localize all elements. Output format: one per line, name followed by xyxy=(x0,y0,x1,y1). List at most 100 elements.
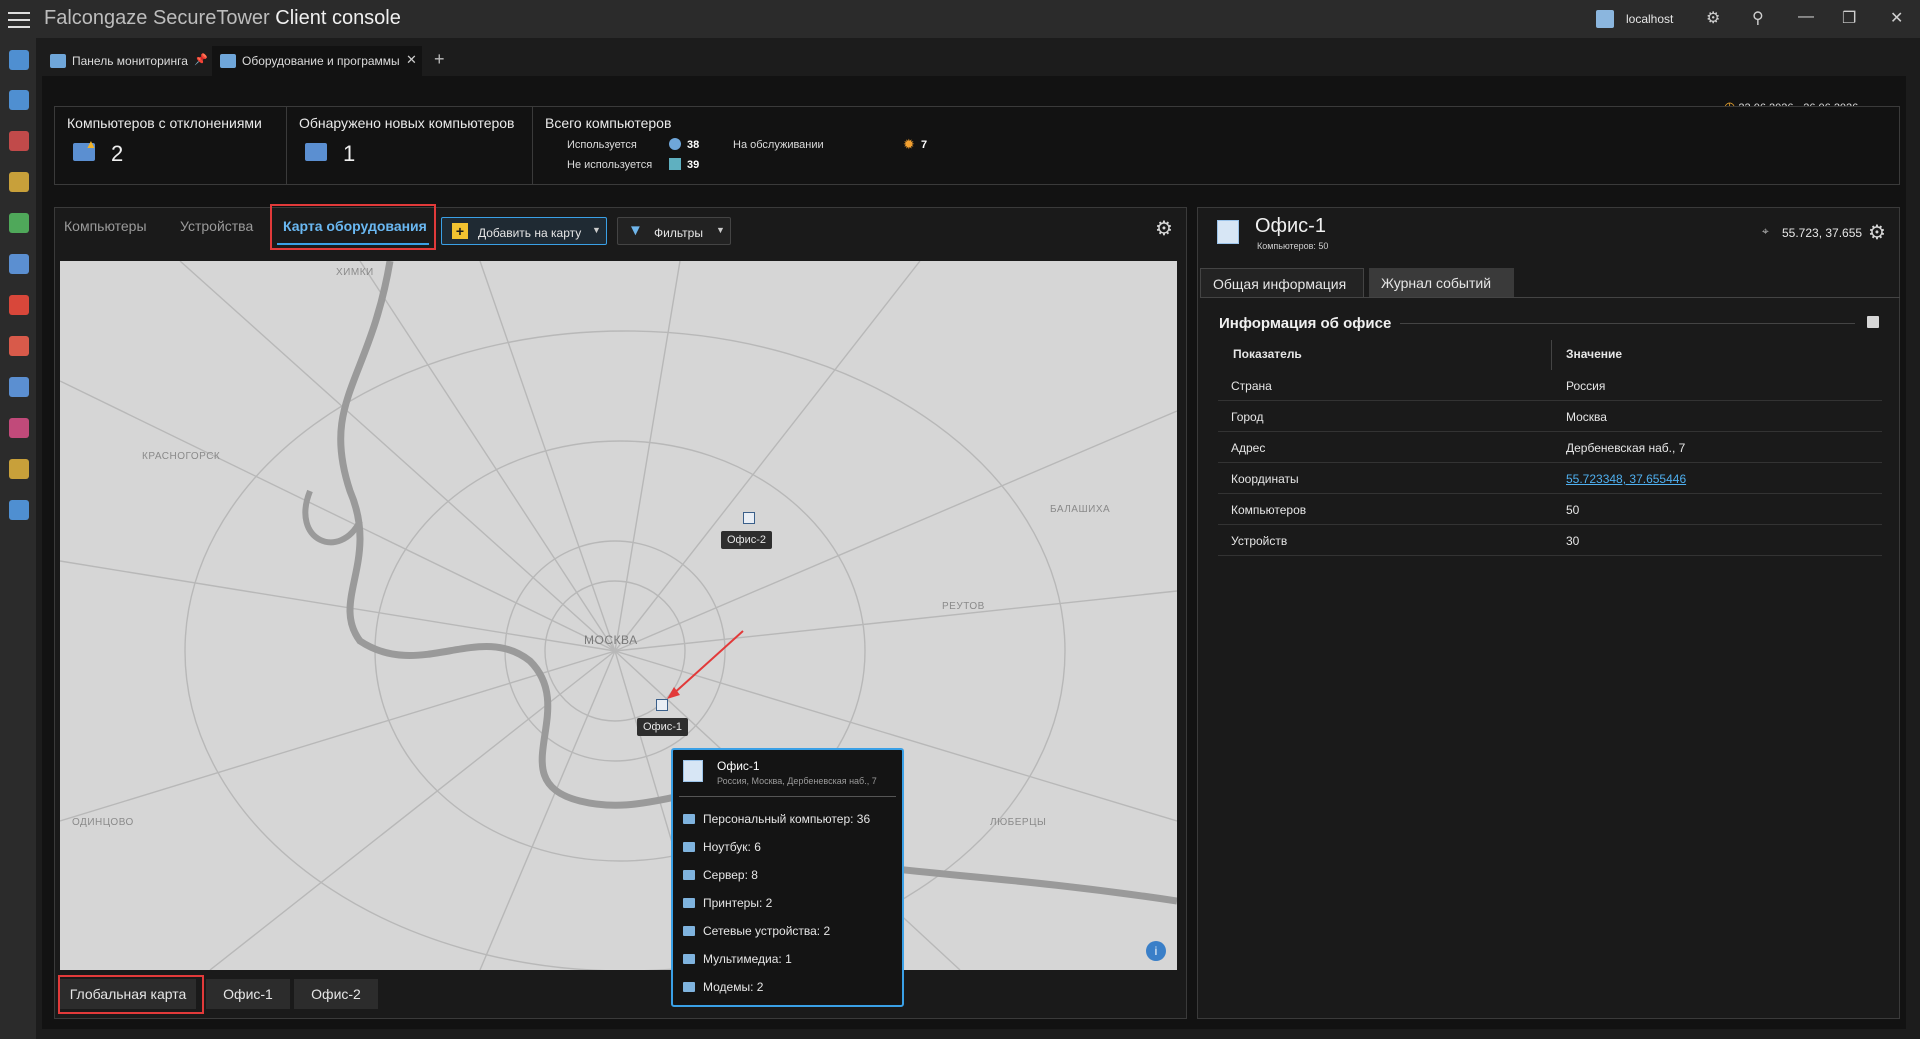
service-gear-icon: ✹ xyxy=(903,136,915,152)
network-icon[interactable] xyxy=(9,377,29,397)
copy-icon[interactable] xyxy=(1867,316,1879,328)
tab-monitoring[interactable]: Панель мониторинга 📌 xyxy=(42,46,212,76)
dashboard-icon xyxy=(50,54,66,68)
maximize-button[interactable]: ❐ xyxy=(1842,8,1856,28)
popup-item-network: Сетевые устройства: 2 xyxy=(683,924,830,938)
title-bar: Falcongaze SecureTower Client console lo… xyxy=(0,0,1920,38)
pin-icon[interactable]: 📌 xyxy=(194,53,208,66)
map-label-odintsovo: ОДИНЦОВО xyxy=(72,817,134,828)
dropdown-arrow-icon[interactable]: ▼ xyxy=(716,225,725,235)
kpi-bar: Компьютеров с отклонениями ▲ 2 Обнаружен… xyxy=(54,106,1900,185)
kpi-new-computers[interactable]: Обнаружено новых компьютеров 1 xyxy=(287,107,533,184)
unused-value: 39 xyxy=(687,159,700,171)
server-icon xyxy=(683,870,695,880)
server-name: localhost xyxy=(1626,12,1674,26)
table-row: Устройств 30 xyxy=(1218,525,1882,556)
policy-icon[interactable] xyxy=(9,336,29,356)
popup-item-multimedia: Мультимедиа: 1 xyxy=(683,952,792,966)
left-rail xyxy=(0,38,36,1039)
search-icon[interactable] xyxy=(9,90,29,110)
tab-computers[interactable]: Компьютеры xyxy=(64,218,147,234)
table-header-divider xyxy=(1551,340,1552,370)
laptop-icon xyxy=(683,842,695,852)
pc-icon xyxy=(683,814,695,824)
used-value: 38 xyxy=(687,139,700,151)
add-to-map-button[interactable]: + Добавить на карту ▼ xyxy=(441,217,607,245)
analytics-icon[interactable] xyxy=(9,131,29,151)
shield-icon[interactable] xyxy=(9,254,29,274)
map-settings-gear-icon[interactable]: ⚙ xyxy=(1155,216,1173,241)
new-tab-icon[interactable]: + xyxy=(434,49,445,70)
app-title: Falcongaze SecureTower Client console xyxy=(44,7,401,29)
hamburger-menu-icon[interactable] xyxy=(8,10,30,28)
office-2-label[interactable]: Офис-2 xyxy=(721,531,773,549)
hardware-icon[interactable] xyxy=(9,500,29,520)
printer-icon xyxy=(683,898,695,908)
tab-hardware[interactable]: Оборудование и программы ✕ xyxy=(212,46,422,76)
map-label-krasnogorsk: КРАСНОГОРСК xyxy=(142,451,221,462)
map-icon[interactable] xyxy=(9,213,29,233)
filter-icon: ▼ xyxy=(628,222,643,239)
dropdown-arrow-icon[interactable]: ▼ xyxy=(592,225,601,235)
popup-divider xyxy=(679,796,896,797)
dashboard-icon[interactable] xyxy=(9,50,29,70)
user-search-icon[interactable] xyxy=(9,172,29,192)
office-1-marker-icon[interactable] xyxy=(656,699,668,711)
popup-item-printers: Принтеры: 2 xyxy=(683,896,772,910)
office-2-marker-icon[interactable] xyxy=(743,512,755,524)
tab-event-log[interactable]: Журнал событий xyxy=(1369,268,1514,298)
office-settings-gear-icon[interactable]: ⚙ xyxy=(1868,220,1886,245)
office-building-icon xyxy=(1217,220,1239,244)
coordinates-link[interactable]: 55.723348, 37.655446 xyxy=(1566,472,1686,486)
popup-address: Россия, Москва, Дербеневская наб., 7 xyxy=(717,776,877,786)
tab-general-info[interactable]: Общая информация xyxy=(1200,268,1364,298)
table-row: Координаты 55.723348, 37.655446 xyxy=(1218,463,1882,494)
office-1-label[interactable]: Офис-1 xyxy=(637,718,689,736)
close-button[interactable]: ✕ xyxy=(1890,8,1903,28)
plus-icon: + xyxy=(452,223,468,239)
alert-icon[interactable] xyxy=(9,295,29,315)
close-tab-icon[interactable]: ✕ xyxy=(406,52,417,68)
help-icon[interactable]: ⚲ xyxy=(1752,8,1764,28)
table-row: Компьютеров 50 xyxy=(1218,494,1882,525)
service-value: 7 xyxy=(921,139,928,151)
table-row: Адрес Дербеневская наб., 7 xyxy=(1218,432,1882,463)
office-icon xyxy=(683,760,703,782)
popup-item-modems: Модемы: 2 xyxy=(683,980,763,994)
map-label-reutov: РЕУТОВ xyxy=(942,601,985,612)
popup-item-server: Сервер: 8 xyxy=(683,868,758,882)
table-row: Страна Россия xyxy=(1218,370,1882,401)
section-line xyxy=(1400,323,1855,324)
map-roads xyxy=(60,261,1177,970)
location-pin-icon: ⌖ xyxy=(1762,224,1769,238)
reports-icon[interactable] xyxy=(9,459,29,479)
headphones-icon xyxy=(683,954,695,964)
office-title: Офис-1 xyxy=(1255,215,1326,237)
table-row: Город Москва xyxy=(1218,401,1882,432)
minimize-button[interactable]: — xyxy=(1798,8,1814,26)
kpi-total: Всего компьютеров Используется 38 Не исп… xyxy=(545,115,928,171)
tab-office-1[interactable]: Офис-1 xyxy=(206,979,290,1009)
tab-divider xyxy=(1200,297,1900,298)
office-subtitle: Компьютеров: 50 xyxy=(1257,241,1329,251)
map-label-khimki: ХИМКИ xyxy=(336,267,374,278)
table-header-value: Значение xyxy=(1566,347,1623,361)
office-coordinates: 55.723, 37.655 xyxy=(1782,226,1863,240)
highlight-box-global-map xyxy=(58,975,204,1014)
map-info-icon[interactable]: i xyxy=(1146,941,1166,961)
monitor-icon[interactable] xyxy=(9,418,29,438)
popup-item-laptop: Ноутбук: 6 xyxy=(683,840,761,854)
office-popup: Офис-1 Россия, Москва, Дербеневская наб.… xyxy=(671,748,904,1007)
tab-office-2[interactable]: Офис-2 xyxy=(294,979,378,1009)
map-label-moskva: МОСКВА xyxy=(584,633,638,647)
settings-gear-icon[interactable]: ⚙ xyxy=(1706,8,1720,28)
map-canvas[interactable]: ХИМКИ КРАСНОГОРСК БАЛАШИХА РЕУТОВ МОСКВА… xyxy=(60,261,1177,970)
server-icon xyxy=(1596,10,1614,28)
used-icon xyxy=(669,138,681,150)
filters-button[interactable]: ▼ Фильтры ▼ xyxy=(617,217,731,245)
unused-icon xyxy=(669,158,681,170)
popup-title: Офис-1 xyxy=(717,759,760,773)
new-computer-icon xyxy=(305,143,327,161)
tab-devices[interactable]: Устройства xyxy=(180,218,253,234)
kpi-deviations[interactable]: Компьютеров с отклонениями ▲ 2 xyxy=(55,107,287,184)
